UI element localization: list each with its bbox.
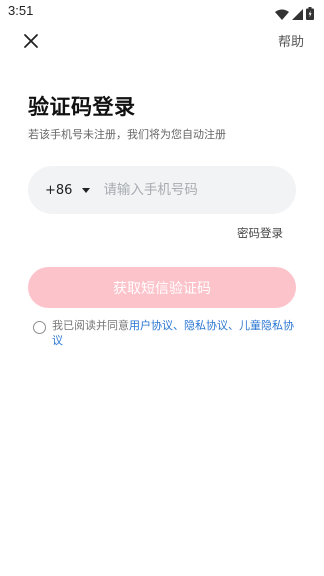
user-agreement-link[interactable]: 用户协议	[129, 319, 173, 332]
help-link[interactable]: 帮助	[278, 31, 304, 50]
agreement-text: 我已阅读并同意用户协议、隐私协议、儿童隐私协议	[52, 319, 294, 348]
status-icons	[275, 5, 314, 24]
page-title: 验证码登录	[28, 95, 136, 119]
top-bar: 帮助	[0, 26, 324, 56]
country-code-selector[interactable]: +86	[45, 182, 91, 198]
privacy-agreement-link[interactable]: 隐私协议	[184, 319, 228, 332]
country-code-label: +86	[45, 182, 73, 198]
phone-number-input[interactable]	[103, 182, 264, 198]
signal-icon	[292, 5, 303, 24]
agreement-prefix: 我已阅读并同意	[52, 319, 129, 332]
wifi-icon	[275, 5, 289, 24]
close-icon[interactable]	[20, 30, 42, 52]
phone-input-box: +86	[28, 166, 296, 214]
battery-icon	[306, 5, 314, 24]
get-sms-code-button[interactable]: 获取短信验证码	[28, 267, 296, 308]
agreement-separator: 、	[228, 319, 239, 332]
status-bar: 3:51	[0, 0, 324, 24]
page-subtitle: 若该手机号未注册，我们将为您自动注册	[28, 128, 226, 141]
agreement-separator: 、	[173, 319, 184, 332]
caret-down-icon	[82, 187, 91, 193]
password-login-link[interactable]: 密码登录	[237, 225, 283, 241]
status-time: 3:51	[8, 3, 34, 18]
agreement-checkbox[interactable]	[33, 321, 46, 334]
